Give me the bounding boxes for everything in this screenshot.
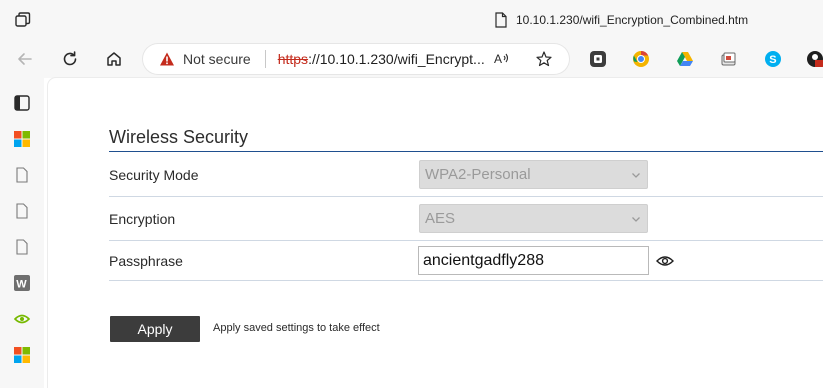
sidebar-item-page-1[interactable] bbox=[13, 166, 31, 184]
w-app-icon: W bbox=[14, 275, 30, 291]
apply-button[interactable]: Apply bbox=[110, 316, 200, 342]
reload-button[interactable] bbox=[57, 47, 83, 71]
security-mode-value: WPA2-Personal bbox=[425, 166, 531, 183]
home-icon bbox=[107, 52, 121, 66]
sidebar-item-page-2[interactable] bbox=[13, 202, 31, 220]
eye-icon[interactable] bbox=[656, 254, 674, 268]
google-drive-icon[interactable] bbox=[676, 50, 694, 68]
sidebar-item-w-app[interactable]: W bbox=[13, 274, 31, 292]
not-secure-label[interactable]: Not secure bbox=[183, 51, 251, 67]
skype-icon[interactable]: S bbox=[764, 50, 782, 68]
nvidia-icon bbox=[14, 314, 30, 324]
page-icon bbox=[16, 167, 28, 183]
windows-logo-icon bbox=[14, 347, 30, 363]
browser-sidebar: W bbox=[0, 78, 44, 388]
sidebar-item-windows[interactable] bbox=[13, 130, 31, 148]
profile-icon[interactable] bbox=[806, 50, 823, 68]
encryption-label: Encryption bbox=[109, 211, 176, 227]
svg-text:W: W bbox=[16, 279, 27, 291]
star-icon[interactable] bbox=[535, 50, 553, 68]
encryption-select[interactable]: AES bbox=[419, 204, 648, 233]
security-mode-select[interactable]: WPA2-Personal bbox=[419, 160, 648, 189]
home-button[interactable] bbox=[101, 47, 127, 71]
page-icon bbox=[16, 203, 28, 219]
document-title: 10.10.1.230/wifi_Encryption_Combined.htm bbox=[494, 10, 748, 30]
page-icon bbox=[16, 239, 28, 255]
sidebar-item-page-3[interactable] bbox=[13, 238, 31, 256]
section-title: Wireless Security bbox=[109, 127, 249, 147]
address-divider bbox=[264, 50, 266, 68]
reload-icon bbox=[63, 51, 77, 66]
url-text: ://10.10.1.230/wifi_Encrypt... bbox=[308, 51, 485, 67]
tab-title: 10.10.1.230/wifi_Encryption_Combined.htm bbox=[516, 13, 749, 27]
security-mode-row: Security Mode WPA2-Personal bbox=[109, 153, 823, 197]
browser-toolbar: Not secure https ://10.10.1.230/wifi_Enc… bbox=[0, 40, 823, 78]
svg-text:S: S bbox=[769, 54, 776, 66]
sidebar-item-windows-2[interactable] bbox=[13, 346, 31, 364]
sidebar-item-nvidia[interactable] bbox=[13, 310, 31, 328]
encryption-value: AES bbox=[425, 210, 456, 227]
security-mode-label: Security Mode bbox=[109, 167, 199, 183]
encryption-row: Encryption AES bbox=[109, 197, 823, 241]
warning-icon[interactable] bbox=[159, 51, 175, 67]
sidebar-item-vertical-tabs[interactable] bbox=[13, 94, 31, 112]
address-bar[interactable]: Not secure https ://10.10.1.230/wifi_Enc… bbox=[143, 44, 569, 74]
chevron-down-icon bbox=[632, 173, 640, 178]
passphrase-input[interactable]: ancientgadfly288 bbox=[418, 246, 649, 275]
title-divider bbox=[109, 151, 823, 152]
tab-actions-icon[interactable] bbox=[14, 11, 32, 29]
apply-note: Apply saved settings to take effect bbox=[213, 322, 380, 334]
chrome-icon[interactable] bbox=[632, 50, 650, 68]
page-content: Wireless Security Security Mode WPA2-Per… bbox=[48, 78, 823, 388]
svg-text:A: A bbox=[494, 52, 502, 66]
collections-icon[interactable] bbox=[720, 50, 738, 68]
passphrase-row: Passphrase ancientgadfly288 bbox=[109, 241, 823, 281]
read-aloud-icon[interactable]: A bbox=[493, 50, 511, 68]
back-arrow-icon bbox=[18, 53, 32, 65]
passphrase-label: Passphrase bbox=[109, 253, 183, 269]
windows-logo-icon bbox=[14, 131, 30, 147]
extension-icon[interactable] bbox=[589, 50, 607, 68]
document-icon bbox=[495, 12, 507, 28]
title-bar: 10.10.1.230/wifi_Encryption_Combined.htm bbox=[0, 0, 823, 40]
chevron-down-icon bbox=[632, 217, 640, 222]
back-button[interactable] bbox=[12, 47, 38, 71]
url-scheme: https bbox=[277, 51, 309, 67]
vertical-tabs-icon bbox=[14, 95, 30, 111]
passphrase-value: ancientgadfly288 bbox=[423, 251, 544, 269]
